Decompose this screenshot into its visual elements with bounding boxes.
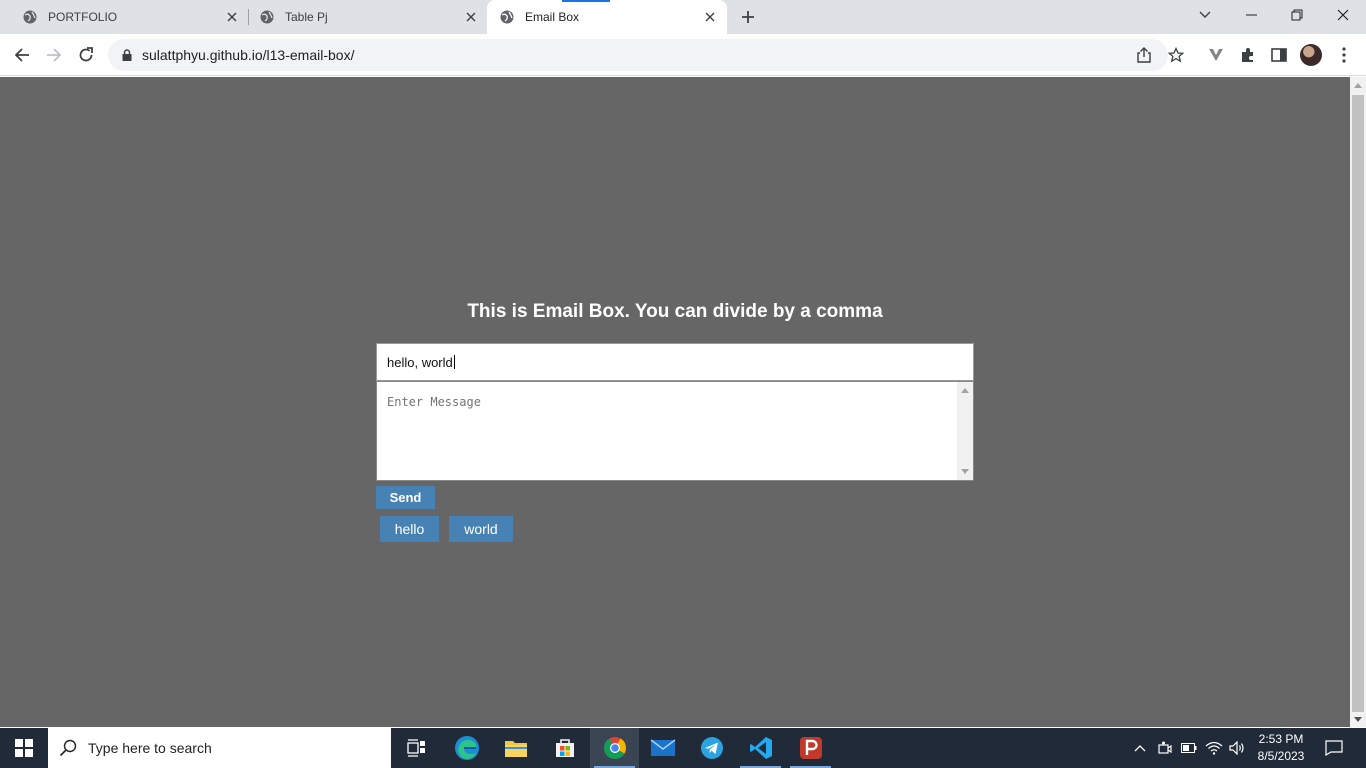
- battery-icon[interactable]: [1179, 728, 1199, 768]
- scrollbar-thumb[interactable]: [1352, 95, 1364, 712]
- close-icon[interactable]: [702, 9, 718, 25]
- edge-taskbar-icon[interactable]: [442, 728, 491, 768]
- notification-icon: [1325, 740, 1343, 756]
- wifi-icon[interactable]: [1203, 728, 1225, 768]
- volume-icon[interactable]: [1227, 728, 1249, 768]
- tab-email-box[interactable]: Email Box: [487, 0, 727, 34]
- side-panel-icon[interactable]: [1266, 42, 1292, 68]
- lock-icon[interactable]: [120, 48, 134, 62]
- text-caret: [453, 355, 455, 369]
- page-heading: This is Email Box. You can divide by a c…: [467, 301, 883, 322]
- search-placeholder: Type here to search: [88, 740, 212, 756]
- kebab-menu-icon: [1342, 47, 1346, 63]
- tab-table-pj[interactable]: Table Pj: [249, 0, 485, 34]
- taskbar-search[interactable]: Type here to search: [48, 728, 391, 768]
- reload-button[interactable]: [72, 41, 100, 69]
- tab-search-button[interactable]: [1182, 0, 1228, 30]
- show-hidden-icons-button[interactable]: [1130, 728, 1150, 768]
- avatar: [1300, 44, 1322, 66]
- send-button[interactable]: Send: [376, 486, 435, 509]
- plus-icon: [742, 11, 754, 23]
- mail-taskbar-icon[interactable]: [638, 728, 687, 768]
- tab-title: Table Pj: [285, 10, 328, 24]
- tab-title: PORTFOLIO: [48, 10, 118, 24]
- scroll-down-arrow-icon[interactable]: [961, 469, 969, 474]
- new-tab-button[interactable]: [737, 6, 759, 28]
- telegram-icon: [700, 737, 723, 759]
- close-icon: [1337, 9, 1349, 21]
- search-icon: [48, 739, 88, 757]
- clock-date: 8/5/2023: [1257, 749, 1305, 763]
- meet-now-icon[interactable]: [1155, 728, 1175, 768]
- notifications-button[interactable]: [1322, 728, 1346, 768]
- taskbar-clock[interactable]: 2:53 PM 8/5/2023: [1252, 731, 1310, 765]
- arrow-left-icon: [14, 48, 29, 62]
- vimeo-extension-icon[interactable]: [1203, 42, 1229, 68]
- clock-time: 2:53 PM: [1258, 732, 1304, 746]
- email-input[interactable]: hello, world: [376, 343, 974, 381]
- tab-strip: PORTFOLIO Table Pj Email Box: [0, 0, 1366, 34]
- reload-icon: [79, 47, 93, 62]
- chrome-icon: [603, 737, 626, 759]
- message-placeholder: Enter Message: [387, 395, 481, 409]
- close-icon[interactable]: [224, 9, 240, 25]
- loading-indicator: [562, 0, 610, 2]
- email-tag[interactable]: hello: [380, 516, 439, 542]
- forward-button[interactable]: [40, 41, 68, 69]
- chrome-taskbar-icon[interactable]: [590, 728, 639, 768]
- textarea-scrollbar[interactable]: [957, 382, 973, 480]
- globe-icon: [500, 10, 514, 24]
- globe-icon: [260, 10, 274, 24]
- minimize-button[interactable]: [1228, 0, 1274, 30]
- restore-icon: [1291, 9, 1303, 21]
- email-tag[interactable]: world: [449, 516, 513, 542]
- tab-portfolio[interactable]: PORTFOLIO: [8, 0, 248, 34]
- chevron-down-icon: [1199, 11, 1211, 18]
- minimize-icon: [1245, 14, 1257, 16]
- tab-title: Email Box: [525, 10, 580, 24]
- vscode-icon: [749, 737, 772, 759]
- store-icon: [555, 739, 574, 757]
- p-app-taskbar-icon[interactable]: [786, 728, 835, 768]
- scroll-up-arrow-icon[interactable]: [961, 388, 969, 393]
- folder-icon: [504, 741, 527, 757]
- windows-taskbar: Type here to search 2:53 PM 8/5/2023: [0, 728, 1366, 768]
- arrow-right-icon: [47, 48, 62, 62]
- scroll-up-arrow-icon[interactable]: [1354, 83, 1362, 88]
- page-viewport: This is Email Box. You can divide by a c…: [0, 77, 1350, 727]
- page-scrollbar[interactable]: [1350, 77, 1366, 727]
- profile-avatar[interactable]: [1298, 42, 1324, 68]
- close-window-button[interactable]: [1320, 0, 1366, 30]
- start-button[interactable]: [0, 728, 48, 768]
- scroll-down-arrow-icon[interactable]: [1354, 717, 1362, 722]
- close-icon[interactable]: [463, 9, 479, 25]
- vscode-taskbar-icon[interactable]: [736, 728, 785, 768]
- microsoft-store-taskbar-icon[interactable]: [540, 728, 589, 768]
- email-input-value: hello, world: [387, 354, 453, 370]
- share-icon[interactable]: [1132, 43, 1156, 67]
- task-view-button[interactable]: [392, 728, 441, 768]
- p-app-icon: [799, 737, 822, 759]
- bookmark-star-icon[interactable]: [1164, 43, 1188, 67]
- message-textarea[interactable]: Enter Message: [376, 381, 974, 481]
- mail-icon: [650, 739, 675, 756]
- menu-button[interactable]: [1331, 42, 1357, 68]
- windows-logo-icon: [15, 739, 33, 757]
- chevron-up-icon: [1134, 745, 1146, 752]
- restore-button[interactable]: [1274, 0, 1320, 30]
- url-text: sulattphyu.github.io/l13-email-box/: [142, 47, 355, 63]
- task-view-icon: [406, 739, 425, 757]
- extensions-puzzle-icon[interactable]: [1235, 42, 1261, 68]
- file-explorer-taskbar-icon[interactable]: [491, 728, 540, 768]
- browser-toolbar: sulattphyu.github.io/l13-email-box/: [0, 34, 1366, 76]
- telegram-taskbar-icon[interactable]: [687, 728, 736, 768]
- globe-icon: [23, 10, 37, 24]
- address-bar[interactable]: sulattphyu.github.io/l13-email-box/: [108, 39, 1184, 71]
- back-button[interactable]: [8, 41, 36, 69]
- edge-icon: [454, 736, 479, 760]
